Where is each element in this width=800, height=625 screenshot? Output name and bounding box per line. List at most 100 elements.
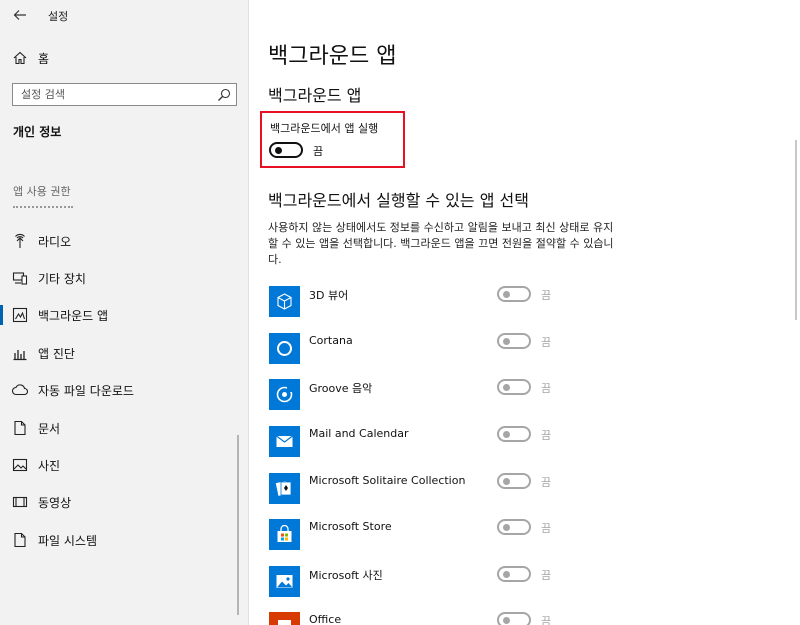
toggle-knob (503, 431, 510, 438)
cards-icon (275, 481, 292, 496)
radio-icon (15, 234, 25, 248)
choose-apps-title: 백그라운드에서 실행할 수 있는 앱 선택 (268, 191, 529, 210)
app-toggle-state: 끔 (541, 569, 552, 582)
app-toggle[interactable] (497, 379, 531, 395)
app-toggle-state: 끔 (541, 522, 552, 535)
toggle-knob (275, 147, 282, 154)
app-row-cortana: Cortana 끔 (269, 333, 569, 365)
description: 사용하지 않는 상태에서도 정보를 수신하고 알림을 보내고 최신 상태로 유지… (268, 221, 614, 266)
app-toggle[interactable] (497, 333, 531, 349)
app-toggle-state: 끔 (541, 429, 552, 442)
app-tile (269, 333, 300, 364)
sidebar: 설정 홈 개인 정보 앱 사용 권한 라디오 기타 장치 (0, 0, 249, 625)
subsection-label: 앱 사용 권한 (13, 185, 71, 198)
app-tile (269, 379, 300, 410)
sidebar-item-videos[interactable]: 동영상 (0, 486, 248, 518)
music-icon (276, 386, 293, 403)
toggle-knob (503, 338, 510, 345)
app-toggle[interactable] (497, 519, 531, 535)
sidebar-item-label: 동영상 (38, 496, 72, 510)
section-heading: 개인 정보 (13, 125, 62, 139)
sidebar-item-label: 자동 파일 다운로드 (38, 384, 134, 398)
cloud-icon (12, 384, 28, 396)
toggle-knob (503, 478, 510, 485)
store-icon (277, 525, 292, 542)
sidebar-item-file-system[interactable]: 파일 시스템 (0, 524, 248, 556)
app-tile (269, 612, 300, 625)
toggle-knob (503, 617, 510, 624)
sidebar-item-other-devices[interactable]: 기타 장치 (0, 262, 248, 294)
app-tile (269, 566, 300, 597)
toggle-knob (503, 291, 510, 298)
app-row-mail-and-calendar: Mail and Calendar 끔 (269, 426, 569, 458)
sidebar-scrollbar[interactable] (237, 435, 239, 615)
page-title: 백그라운드 앱 (268, 44, 397, 69)
app-toggle-state: 끔 (541, 382, 552, 395)
app-row-3d-viewer: 3D 뷰어 끔 (269, 286, 569, 318)
sidebar-item-radio[interactable]: 라디오 (0, 225, 248, 257)
diagnostics-icon (13, 350, 27, 361)
app-toggle[interactable] (497, 612, 531, 625)
search-box[interactable] (12, 83, 237, 106)
toggle-knob (503, 384, 510, 391)
home-icon (13, 51, 27, 65)
app-name: Mail and Calendar (309, 427, 409, 440)
main-content: 백그라운드 앱 백그라운드 앱 백그라운드에서 앱 실행 끔 백그라운드에서 실… (250, 0, 800, 625)
app-title: 설정 (48, 10, 69, 23)
clipped-list-item (13, 204, 93, 212)
app-name: Microsoft 사진 (309, 569, 383, 582)
toggle-knob (503, 571, 510, 578)
devices-icon (12, 272, 28, 285)
sidebar-item-auto-file-download[interactable]: 자동 파일 다운로드 (0, 374, 248, 406)
app-row-office: Office 끔 (269, 612, 569, 625)
app-name: 3D 뷰어 (309, 289, 349, 302)
app-toggle[interactable] (497, 426, 531, 442)
master-toggle-state: 끔 (313, 145, 324, 158)
app-name: Microsoft Solitaire Collection (309, 474, 466, 487)
sidebar-item-app-diagnostics[interactable]: 앱 진단 (0, 337, 248, 369)
search-input[interactable] (13, 84, 213, 105)
sidebar-item-label: 문서 (38, 422, 61, 436)
toggle-knob (503, 524, 510, 531)
app-name: Groove 음악 (309, 382, 373, 395)
app-tile (269, 473, 300, 504)
master-background-toggle[interactable] (269, 142, 303, 158)
main-scrollbar[interactable] (795, 140, 797, 320)
app-tile (269, 426, 300, 457)
back-arrow-icon (13, 10, 26, 20)
sidebar-item-label: 기타 장치 (38, 272, 86, 286)
app-tile (269, 286, 300, 317)
photos-icon (276, 575, 293, 588)
app-row-groove-music: Groove 음악 끔 (269, 379, 569, 411)
sidebar-item-label: 라디오 (38, 235, 72, 249)
app-row-microsoft-store: Microsoft Store 끔 (269, 519, 569, 551)
picture-icon (12, 458, 28, 472)
sidebar-item-label: 앱 진단 (38, 347, 75, 361)
back-button[interactable] (8, 4, 32, 26)
document-icon (14, 420, 26, 436)
app-toggle[interactable] (497, 286, 531, 302)
mail-icon (276, 435, 293, 447)
app-tile (269, 519, 300, 550)
app-name: Office (309, 613, 342, 625)
app-toggle-state: 끔 (541, 476, 552, 489)
file-system-icon (14, 532, 26, 548)
app-toggle[interactable] (497, 566, 531, 582)
background-apps-icon (12, 307, 28, 323)
app-toggle[interactable] (497, 473, 531, 489)
app-toggle-state: 끔 (541, 289, 552, 302)
app-row-solitaire: Microsoft Solitaire Collection 끔 (269, 473, 569, 505)
sidebar-item-background-apps[interactable]: 백그라운드 앱 (0, 299, 248, 331)
sidebar-item-home[interactable]: 홈 (0, 46, 248, 70)
sidebar-item-label: 백그라운드 앱 (38, 309, 109, 323)
app-row-microsoft-photos: Microsoft 사진 끔 (269, 566, 569, 598)
sidebar-item-pictures[interactable]: 사진 (0, 449, 248, 481)
office-icon (278, 620, 291, 625)
app-toggle-state: 끔 (541, 336, 552, 349)
sidebar-item-documents[interactable]: 문서 (0, 412, 248, 444)
app-toggle-state: 끔 (541, 615, 552, 625)
section-title: 백그라운드 앱 (268, 86, 362, 105)
search-icon[interactable] (217, 88, 231, 102)
title-bar: 설정 (0, 0, 248, 30)
cube-icon (277, 293, 292, 310)
